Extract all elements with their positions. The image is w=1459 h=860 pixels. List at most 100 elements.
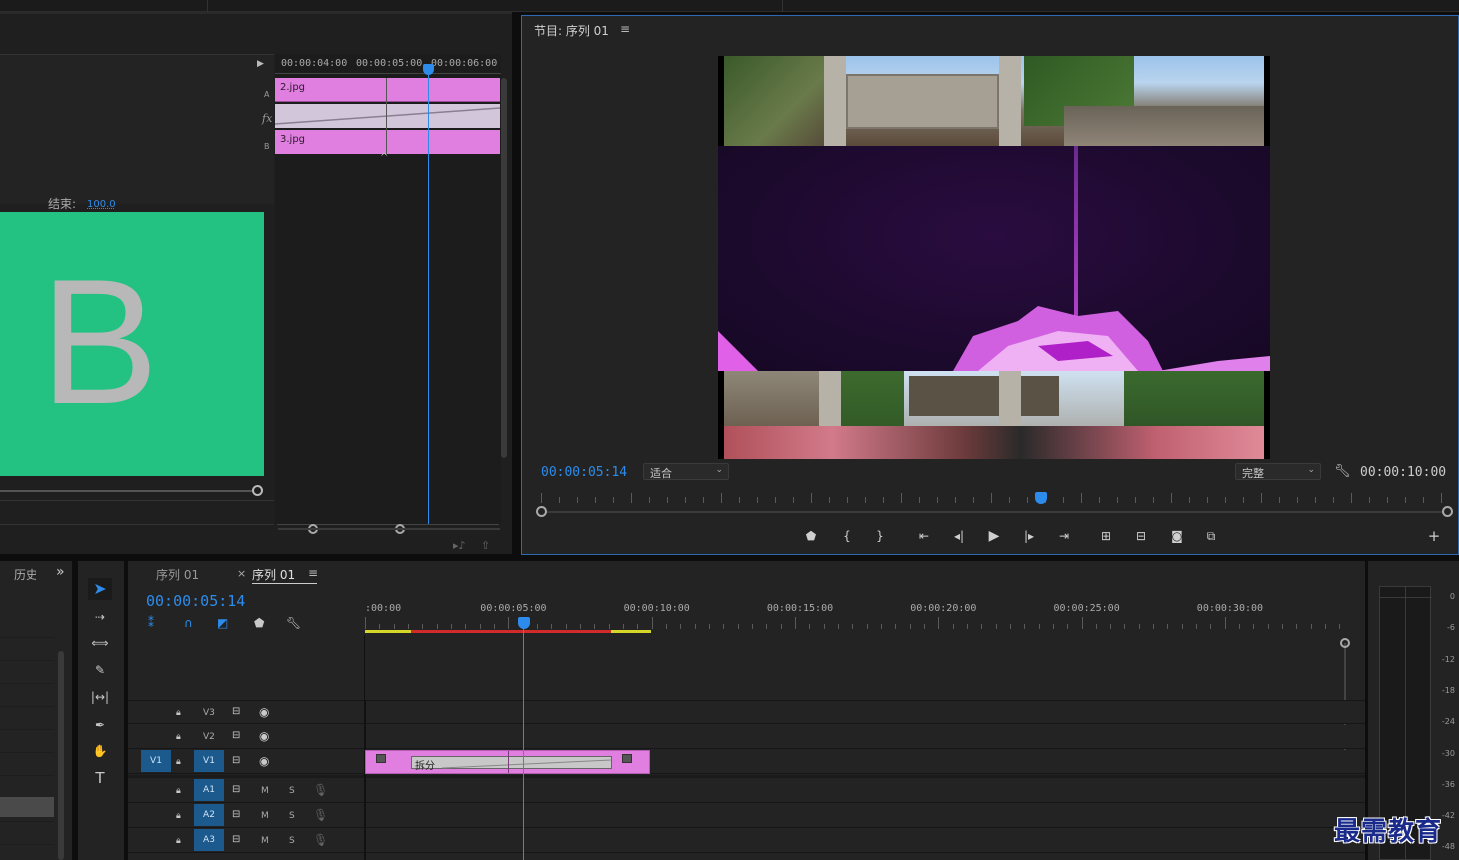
nest-insert-icon[interactable]: ⁑ xyxy=(148,616,154,630)
snap-magnet-icon[interactable]: ∩ xyxy=(184,616,193,630)
comparison-view-icon[interactable]: ⧉ xyxy=(1201,528,1221,544)
solo-button[interactable]: S xyxy=(289,786,295,796)
quality-select[interactable]: 完整 ⌄ xyxy=(1235,463,1321,480)
program-zoom-handle-left[interactable] xyxy=(536,506,547,517)
solo-button[interactable]: S xyxy=(289,836,295,846)
pen-tool-icon[interactable]: ✒ xyxy=(90,718,110,732)
step-back-icon[interactable]: ◂| xyxy=(949,528,969,544)
slip-tool-icon[interactable]: |↔| xyxy=(90,690,110,704)
mute-button[interactable]: M xyxy=(261,811,269,821)
program-ruler-tick xyxy=(937,497,938,503)
lock-icon[interactable]: 🔒︎ xyxy=(176,784,181,798)
add-marker-timeline-icon[interactable]: ⬟ xyxy=(254,616,264,630)
mute-button[interactable]: M xyxy=(261,836,269,846)
center-marker-icon[interactable]: ^ xyxy=(380,152,388,163)
show-timeline-arrow-icon[interactable]: ▶ xyxy=(257,59,264,69)
sync-lock-icon[interactable]: ⊟ xyxy=(232,754,240,768)
sync-lock-icon[interactable]: ⊟ xyxy=(232,808,240,822)
eye-icon[interactable]: ◉ xyxy=(259,705,269,719)
ripple-edit-tool-icon[interactable]: ⟺ xyxy=(90,636,110,650)
history-selected-row[interactable] xyxy=(0,797,54,817)
timeline-ruler-tick xyxy=(852,624,854,629)
mini-playhead-head[interactable] xyxy=(423,64,434,75)
hand-tool-icon[interactable]: ✋ xyxy=(90,744,110,758)
transition-bar[interactable] xyxy=(275,104,500,128)
history-scrollbar[interactable] xyxy=(58,651,64,860)
end-value[interactable]: 100.0 xyxy=(87,199,116,210)
transition-block[interactable]: 拆分 xyxy=(411,756,612,772)
history-tab[interactable]: 历史 xyxy=(14,566,36,583)
lock-icon[interactable]: 🔒︎ xyxy=(176,706,181,720)
clip-v1[interactable]: 拆分 xyxy=(365,750,650,774)
razor-tool-icon[interactable]: ✎ xyxy=(90,663,110,677)
lift-icon[interactable]: ⊞ xyxy=(1096,528,1116,544)
timeline-vscroll-top-handle[interactable] xyxy=(1340,638,1350,648)
track-label-v3[interactable]: V3 xyxy=(203,708,215,718)
lock-icon[interactable]: 🔒︎ xyxy=(176,834,181,848)
program-monitor-title[interactable]: 节目: 序列 01 xyxy=(534,22,609,39)
source-patch-v1[interactable]: V1 xyxy=(141,750,171,772)
program-zoom-track[interactable] xyxy=(541,511,1447,513)
program-timecode[interactable]: 00:00:05:14 xyxy=(541,465,627,480)
track-label-v2[interactable]: V2 xyxy=(203,732,215,742)
type-tool-icon[interactable]: T xyxy=(90,771,110,786)
timeline-playhead-line[interactable] xyxy=(523,629,524,860)
program-playhead[interactable] xyxy=(1035,492,1047,504)
timeline-playhead-head[interactable] xyxy=(518,617,530,629)
go-to-in-icon[interactable]: ⇤ xyxy=(914,528,934,544)
tab-sequence-01-inactive[interactable]: 序列 01 xyxy=(156,566,199,583)
program-scrub-ruler[interactable] xyxy=(535,491,1447,511)
mark-in-icon[interactable]: { xyxy=(837,528,857,544)
eye-icon[interactable]: ◉ xyxy=(259,729,269,743)
sync-lock-icon[interactable]: ⊟ xyxy=(232,783,240,797)
mic-icon[interactable]: 🎙︎ xyxy=(313,808,328,822)
lock-icon[interactable]: 🔒︎ xyxy=(176,755,181,769)
mic-icon[interactable]: 🎙︎ xyxy=(313,783,328,797)
preview-slider-handle[interactable] xyxy=(252,485,263,496)
solo-button[interactable]: S xyxy=(289,811,295,821)
sync-lock-icon[interactable]: ⊟ xyxy=(232,833,240,847)
preview-slider-track[interactable] xyxy=(0,490,256,492)
timeline-ruler[interactable]: :00:00 00:00:05:00 00:00:10:00 00:00:15:00 0… xyxy=(365,603,1341,633)
selection-tool-icon[interactable]: ➤ xyxy=(88,578,112,600)
timeline-settings-wrench-icon[interactable]: 🔧︎ xyxy=(286,616,301,630)
linked-selection-icon[interactable]: ◩ xyxy=(217,616,228,630)
mute-button[interactable]: M xyxy=(261,786,269,796)
button-editor-plus-icon[interactable]: + xyxy=(1424,528,1444,544)
program-monitor-panel: 节目: 序列 01 ≡ 00:00:05:14 适合 ⌄ 完整 ⌄ 🔧︎ 00:… xyxy=(521,15,1459,555)
mark-out-icon[interactable]: } xyxy=(870,528,890,544)
wrench-icon[interactable]: 🔧︎ xyxy=(1334,464,1351,479)
track-target-a3[interactable]: A3 xyxy=(194,829,224,851)
timeline-menu-icon[interactable]: ≡ xyxy=(308,566,318,580)
add-marker-icon[interactable]: ⬟ xyxy=(801,528,821,544)
track-select-tool-icon[interactable]: ⇢ xyxy=(90,610,110,624)
fit-select[interactable]: 适合 ⌄ xyxy=(643,463,729,480)
export-audio-icon[interactable]: ▸♪ xyxy=(453,539,466,552)
export-icon[interactable]: ⇧ xyxy=(481,539,490,552)
program-menu-icon[interactable]: ≡ xyxy=(620,22,630,36)
timeline-ruler-tick xyxy=(1267,624,1269,629)
program-zoom-handle-right[interactable] xyxy=(1442,506,1453,517)
tab-close-icon[interactable]: × xyxy=(237,567,246,580)
clip-b[interactable]: 3.jpg xyxy=(275,130,500,154)
scrollbar-right[interactable] xyxy=(501,78,507,458)
lock-icon[interactable]: 🔒︎ xyxy=(176,730,181,744)
mini-playhead-line[interactable] xyxy=(428,74,429,524)
sync-lock-icon[interactable]: ⊟ xyxy=(232,729,240,743)
lock-icon[interactable]: 🔒︎ xyxy=(176,809,181,823)
track-target-a1[interactable]: A1 xyxy=(194,779,224,801)
extract-icon[interactable]: ⊟ xyxy=(1131,528,1151,544)
eye-icon[interactable]: ◉ xyxy=(259,754,269,768)
go-to-out-icon[interactable]: ⇥ xyxy=(1054,528,1074,544)
db-scale-42: -42 xyxy=(1441,811,1455,820)
play-icon[interactable]: ▶ xyxy=(984,528,1004,544)
more-panels-icon[interactable]: » xyxy=(56,564,65,580)
mic-icon[interactable]: 🎙︎ xyxy=(313,833,328,847)
timeline-timecode[interactable]: 00:00:05:14 xyxy=(146,592,245,610)
export-frame-camera-icon[interactable]: ◙ xyxy=(1167,528,1187,544)
track-target-v1[interactable]: V1 xyxy=(194,750,224,772)
step-forward-icon[interactable]: |▸ xyxy=(1019,528,1039,544)
sync-lock-icon[interactable]: ⊟ xyxy=(232,705,240,719)
clip-a[interactable]: 2.jpg xyxy=(275,78,500,102)
track-target-a2[interactable]: A2 xyxy=(194,804,224,826)
